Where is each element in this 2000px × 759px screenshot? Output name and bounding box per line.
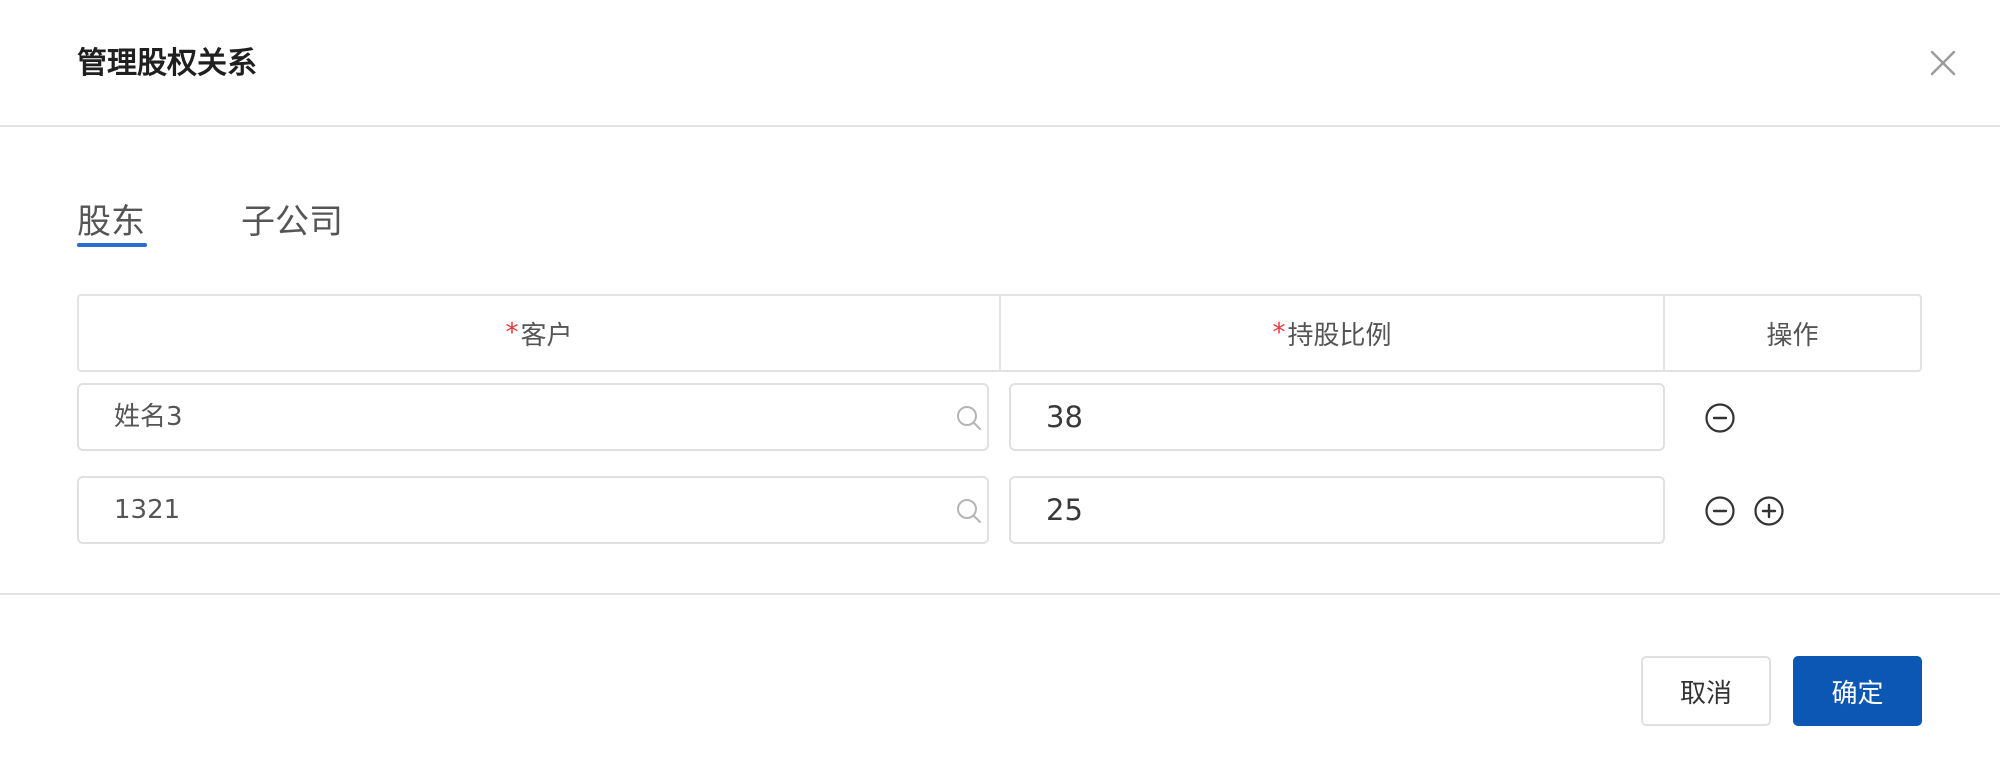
ratio-input[interactable]: 25 xyxy=(1009,476,1665,544)
column-header-actions: 操作 xyxy=(1665,296,1920,370)
dialog-header: 管理股权关系 xyxy=(0,0,2000,127)
equity-dialog: 管理股权关系 股东 子公司 * 客户 * 持股比例 操作 姓名3 38 1321… xyxy=(0,0,2000,759)
customer-input[interactable]: 姓名3 xyxy=(77,383,989,451)
cancel-button[interactable]: 取消 xyxy=(1641,656,1771,726)
table-row: 姓名3 38 xyxy=(77,383,1922,453)
tab-label: 股东 xyxy=(77,202,145,242)
confirm-button[interactable]: 确定 xyxy=(1793,656,1922,726)
close-icon[interactable] xyxy=(1926,46,1960,80)
customer-value: 1321 xyxy=(114,495,181,525)
ratio-value: 38 xyxy=(1046,400,1083,434)
search-icon[interactable] xyxy=(955,497,983,525)
table-row: 1321 25 xyxy=(77,476,1922,546)
tab-subsidiaries[interactable]: 子公司 xyxy=(241,196,343,248)
column-label: 持股比例 xyxy=(1287,320,1392,351)
column-header-customer: * 客户 xyxy=(79,296,1001,370)
remove-circle-icon[interactable] xyxy=(1704,495,1736,527)
tab-label: 子公司 xyxy=(241,202,343,242)
required-mark: * xyxy=(505,318,519,348)
ratio-value: 25 xyxy=(1046,493,1083,527)
tab-active-indicator xyxy=(77,243,147,247)
customer-input[interactable]: 1321 xyxy=(77,476,989,544)
add-circle-icon[interactable] xyxy=(1753,495,1785,527)
column-label: 客户 xyxy=(520,320,573,351)
customer-value: 姓名3 xyxy=(114,402,183,432)
tab-shareholders[interactable]: 股东 xyxy=(77,196,147,248)
required-mark: * xyxy=(1272,318,1286,348)
search-icon[interactable] xyxy=(955,404,983,432)
column-label: 操作 xyxy=(1766,320,1819,351)
ratio-input[interactable]: 38 xyxy=(1009,383,1665,451)
footer-divider xyxy=(0,593,2000,595)
table-header: * 客户 * 持股比例 操作 xyxy=(77,294,1922,372)
remove-circle-icon[interactable] xyxy=(1704,402,1736,434)
column-header-ratio: * 持股比例 xyxy=(1001,296,1665,370)
dialog-title: 管理股权关系 xyxy=(77,46,257,81)
